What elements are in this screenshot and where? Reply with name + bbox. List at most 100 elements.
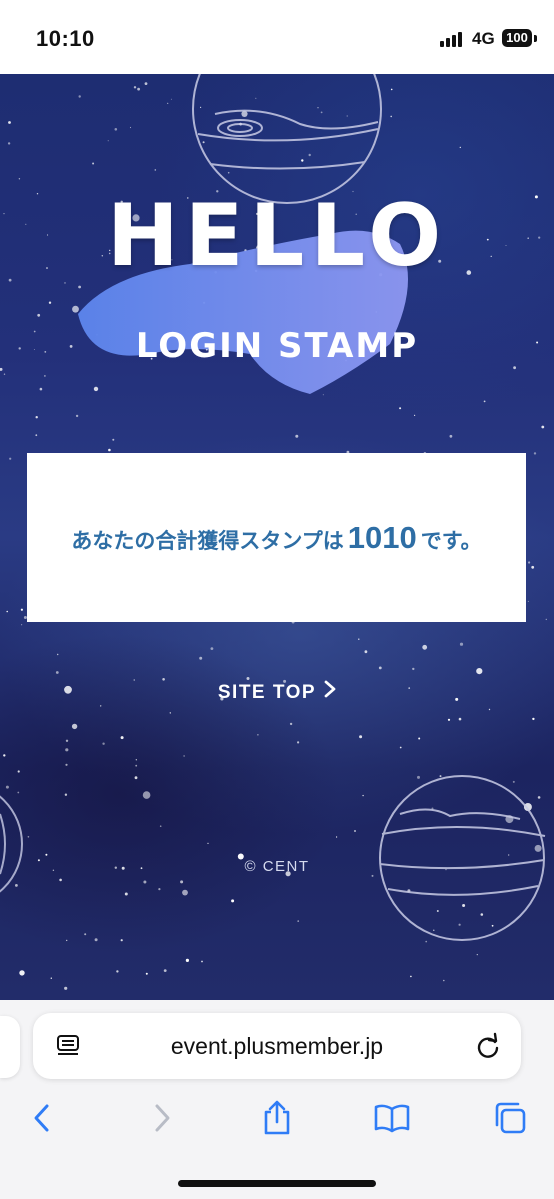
star [163,969,167,972]
stamp-message-suffix: です。 [420,529,482,553]
star [480,913,484,916]
star [537,796,541,799]
reload-icon[interactable] [475,1032,501,1060]
star [180,880,184,884]
star [142,791,151,799]
star [59,878,62,882]
stamp-total-message: あなたの合計獲得スタンプは 1010 です。 [71,520,481,556]
share-button[interactable] [257,1098,297,1138]
star [108,448,111,452]
site-top-link[interactable]: SITE TOP [0,680,554,704]
star [433,929,435,931]
star [414,414,416,416]
star [112,438,115,441]
star [27,836,30,838]
star [167,102,169,104]
star [3,754,6,757]
star [65,763,68,766]
star [533,452,537,455]
star [257,734,259,736]
star [170,98,172,100]
star [84,933,87,936]
star [66,939,68,942]
browser-bottom-bar: event.plusmember.jp [0,1000,554,1199]
star [8,121,11,124]
star [399,746,402,749]
star [378,666,382,670]
star [202,141,205,144]
star [412,667,415,671]
planet-left-illustration [0,795,23,893]
star [301,159,304,162]
star [458,923,461,926]
copyright-text: © CENT [244,858,310,875]
star [354,830,356,832]
star [144,82,148,85]
star [320,111,323,114]
star [120,736,124,740]
star [358,638,360,640]
star [346,115,348,117]
tabs-button[interactable] [490,1098,530,1138]
star [39,387,43,391]
star [75,414,79,418]
star [317,107,319,109]
star [459,642,464,646]
star [447,718,451,721]
star [425,940,428,943]
star [436,910,439,912]
previous-tab-peek[interactable] [0,1016,20,1078]
stamp-total-card: あなたの合計獲得スタンプは 1010 です。 [27,453,526,622]
star [201,960,203,963]
address-bar[interactable]: event.plusmember.jp [33,1013,521,1079]
star [3,373,6,375]
star [443,979,445,982]
star [9,457,12,460]
status-bar: 10:10 4G 100 [0,0,554,74]
star [55,671,59,674]
star [64,793,68,796]
page-content: HELLO LOGIN STAMP あなたの合計獲得スタンプは 1010 です。 S… [0,74,554,1000]
star [64,986,68,990]
star [114,128,118,131]
star [359,735,363,739]
page-menu-icon[interactable] [55,1033,81,1059]
star [21,624,23,626]
star [182,889,188,896]
star [364,650,368,654]
star [18,178,21,180]
chevron-right-icon [324,680,336,704]
star [295,434,299,438]
stamp-count: 1010 [347,519,417,555]
back-icon [34,1104,49,1132]
star [134,776,138,780]
star [57,653,59,656]
star [199,656,203,660]
star [241,110,248,117]
star [6,610,8,613]
star [135,759,137,761]
star [458,717,462,721]
star [527,600,529,602]
star [462,904,466,907]
star [129,126,132,129]
bookmarks-button[interactable] [372,1098,412,1138]
forward-icon [155,1104,170,1132]
star [35,434,38,437]
star [371,874,374,877]
back-button[interactable] [22,1098,62,1138]
url-text[interactable]: event.plusmember.jp [93,1033,461,1060]
star [308,153,311,157]
star [116,970,119,973]
star [207,842,209,845]
star [449,434,453,438]
star [44,375,46,377]
star [289,722,293,726]
tabs-icon [495,1102,526,1134]
star [399,407,402,410]
forward-button[interactable] [142,1098,182,1138]
star [417,775,420,779]
star [65,739,69,742]
star [94,938,98,942]
star [513,366,516,370]
